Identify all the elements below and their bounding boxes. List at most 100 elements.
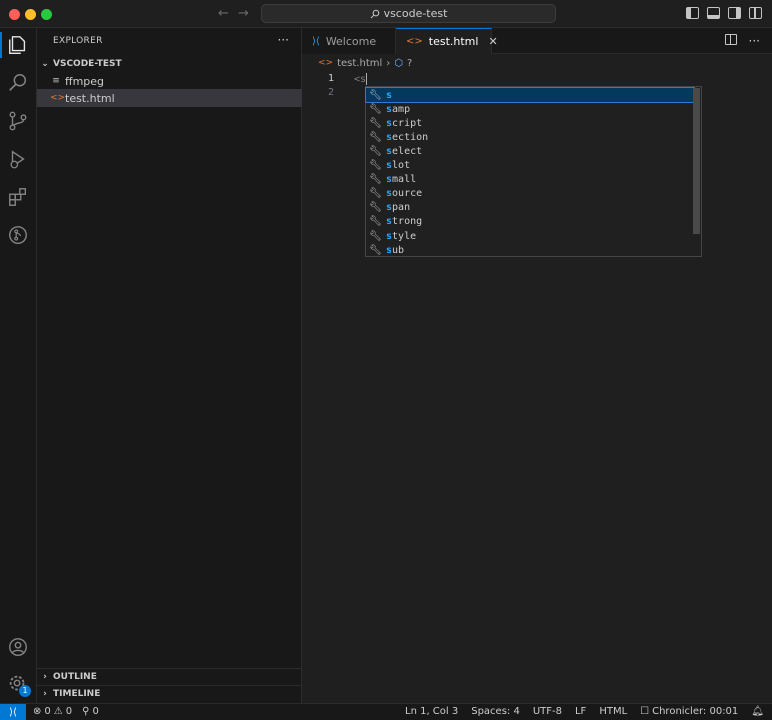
suggest-scrollbar[interactable] [693,88,700,234]
chevron-right-icon: › [386,57,391,69]
warning-icon: ⚠ [53,706,63,717]
html-file-icon: <> [50,93,66,103]
suggestion-label: script [386,117,423,129]
text-cursor [366,73,368,85]
breadcrumb-file[interactable]: test.html [337,58,382,69]
status-bar: ⟩⟨ ⊗ 0 ⚠ 0 ⚲ 0 Ln 1, Col 3 Spaces: 4 UTF… [0,703,772,720]
account-icon[interactable] [7,636,29,658]
tab-welcome[interactable]: ⟩⟨ Welcome [302,28,396,54]
line-number: 2 [327,87,334,98]
suggestion-item[interactable]: 🔧︎ s [365,87,695,103]
chevron-right-icon: › [43,689,47,699]
error-icon: ⊗ [33,706,42,717]
suggestion-item[interactable]: 🔧︎ span [366,201,694,215]
search-icon [370,9,379,18]
folder-section-header[interactable]: ⌄ VSCODE-TEST [37,55,302,73]
suggestion-item[interactable]: 🔧︎ strong [366,215,694,229]
bell-icon[interactable]: 🔔︎ [751,706,764,717]
search-icon[interactable] [7,72,29,94]
wrench-icon: 🔧︎ [369,216,382,228]
suggestion-label: slot [386,160,411,171]
manage-badge: 1 [19,685,31,697]
suggestion-item[interactable]: 🔧︎ select [366,144,694,158]
suggestion-item[interactable]: 🔧︎ small [366,173,694,187]
tab-test-html[interactable]: <> test.html ✕ [396,28,498,54]
ports-indicator[interactable]: ⚲ 0 [82,706,99,717]
gear-icon[interactable]: 1 [7,673,31,697]
suggestion-item[interactable]: 🔧︎ slot [366,159,694,173]
chevron-down-icon: ⌄ [41,59,49,69]
toggle-panel-icon[interactable] [707,7,720,19]
chevron-right-icon: › [43,672,47,682]
suggestion-label: strong [386,216,423,228]
toggle-secondary-sidebar-icon[interactable] [728,7,741,19]
extensions-icon[interactable] [7,186,29,208]
suggest-widget: 🔧︎ s 🔧︎ samp 🔧︎ script 🔧︎ section 🔧︎ select 🔧︎ slot… [365,86,702,257]
suggestion-item[interactable]: 🔧︎ source [366,187,694,201]
wrench-icon: 🔧︎ [369,188,382,200]
end-of-line[interactable]: LF [575,706,586,717]
suggestion-label: s [386,89,393,101]
wrench-icon: 🔧︎ [369,230,382,242]
lines-file-icon: ≡ [52,76,60,86]
cursor-position[interactable]: Ln 1, Col 3 [405,706,458,717]
suggestion-label: source [386,188,423,200]
suggestion-label: small [386,174,417,186]
toggle-primary-sidebar-icon[interactable] [686,7,699,19]
close-window-button[interactable] [9,9,20,20]
code-text: <s [354,74,367,85]
outline-label: OUTLINE [53,672,97,682]
activity-bar: 1 [0,28,37,703]
arrow-right-icon[interactable]: → [238,6,249,21]
folder-name: VSCODE-TEST [53,59,122,69]
command-center[interactable]: vscode-test [261,4,556,23]
html-icon: <> [406,36,423,47]
outline-section-header[interactable]: › OUTLINE [37,668,302,685]
suggestion-item[interactable]: 🔧︎ sub [366,243,694,257]
wrench-icon: 🔧︎ [369,174,382,186]
wrench-icon: 🔧︎ [369,117,382,129]
language-mode[interactable]: HTML [599,706,627,717]
suggestion-item[interactable]: 🔧︎ script [366,116,694,130]
sidebar-title: EXPLORER [53,36,103,46]
git-branch-icon[interactable] [7,110,29,132]
wrench-icon: 🔧︎ [369,145,382,157]
close-icon[interactable]: ✕ [488,35,497,48]
file-name: ffmpeg [65,74,105,88]
suggestion-item[interactable]: 🔧︎ style [366,229,694,243]
active-indicator [0,32,2,58]
wrench-icon: 🔧︎ [369,103,382,115]
problems-indicator[interactable]: ⊗ 0 ⚠ 0 [33,706,72,717]
suggestion-label: span [386,202,411,214]
minimize-window-button[interactable] [25,9,36,20]
wrench-icon: 🔧︎ [369,89,382,101]
suggestion-label: section [386,131,429,143]
zoom-window-button[interactable] [41,9,52,20]
files-icon[interactable] [7,34,29,56]
arrow-left-icon[interactable]: ← [218,6,229,21]
timeline-section-header[interactable]: › TIMELINE [37,685,302,702]
breadcrumb-symbol[interactable]: ? [407,58,412,69]
breadcrumb: <> test.html › ⬡ ? [302,54,772,72]
customize-layout-icon[interactable] [749,7,762,19]
stop-square-icon: ☐ [640,706,650,717]
split-editor-icon[interactable] [724,34,737,45]
more-actions-icon[interactable]: ··· [749,34,760,48]
suggestion-item[interactable]: 🔧︎ samp [366,102,694,116]
more-actions-icon[interactable]: ··· [278,33,289,47]
suggestion-label: style [386,230,417,242]
file-item-ffmpeg[interactable]: ≡ ffmpeg [37,72,302,90]
chronicler-status[interactable]: ☐ Chronicler: 00:01 [640,706,738,717]
tab-label: test.html [428,35,479,48]
file-item-test-html[interactable]: <> test.html [37,89,302,107]
play-bug-icon[interactable] [7,148,29,170]
wrench-icon: 🔧︎ [369,131,382,143]
indentation[interactable]: Spaces: 4 [471,706,520,717]
remote-indicator-icon[interactable]: ⟩⟨ [0,704,26,720]
suggestion-item[interactable]: 🔧︎ section [366,130,694,144]
wrench-icon: 🔧︎ [369,244,382,256]
remote-icon[interactable] [7,224,29,246]
encoding[interactable]: UTF-8 [533,706,562,717]
editor-tabs: ⟩⟨ Welcome <> test.html ✕ ··· [302,28,772,54]
chronicler-label: Chronicler: 00:01 [652,706,739,717]
